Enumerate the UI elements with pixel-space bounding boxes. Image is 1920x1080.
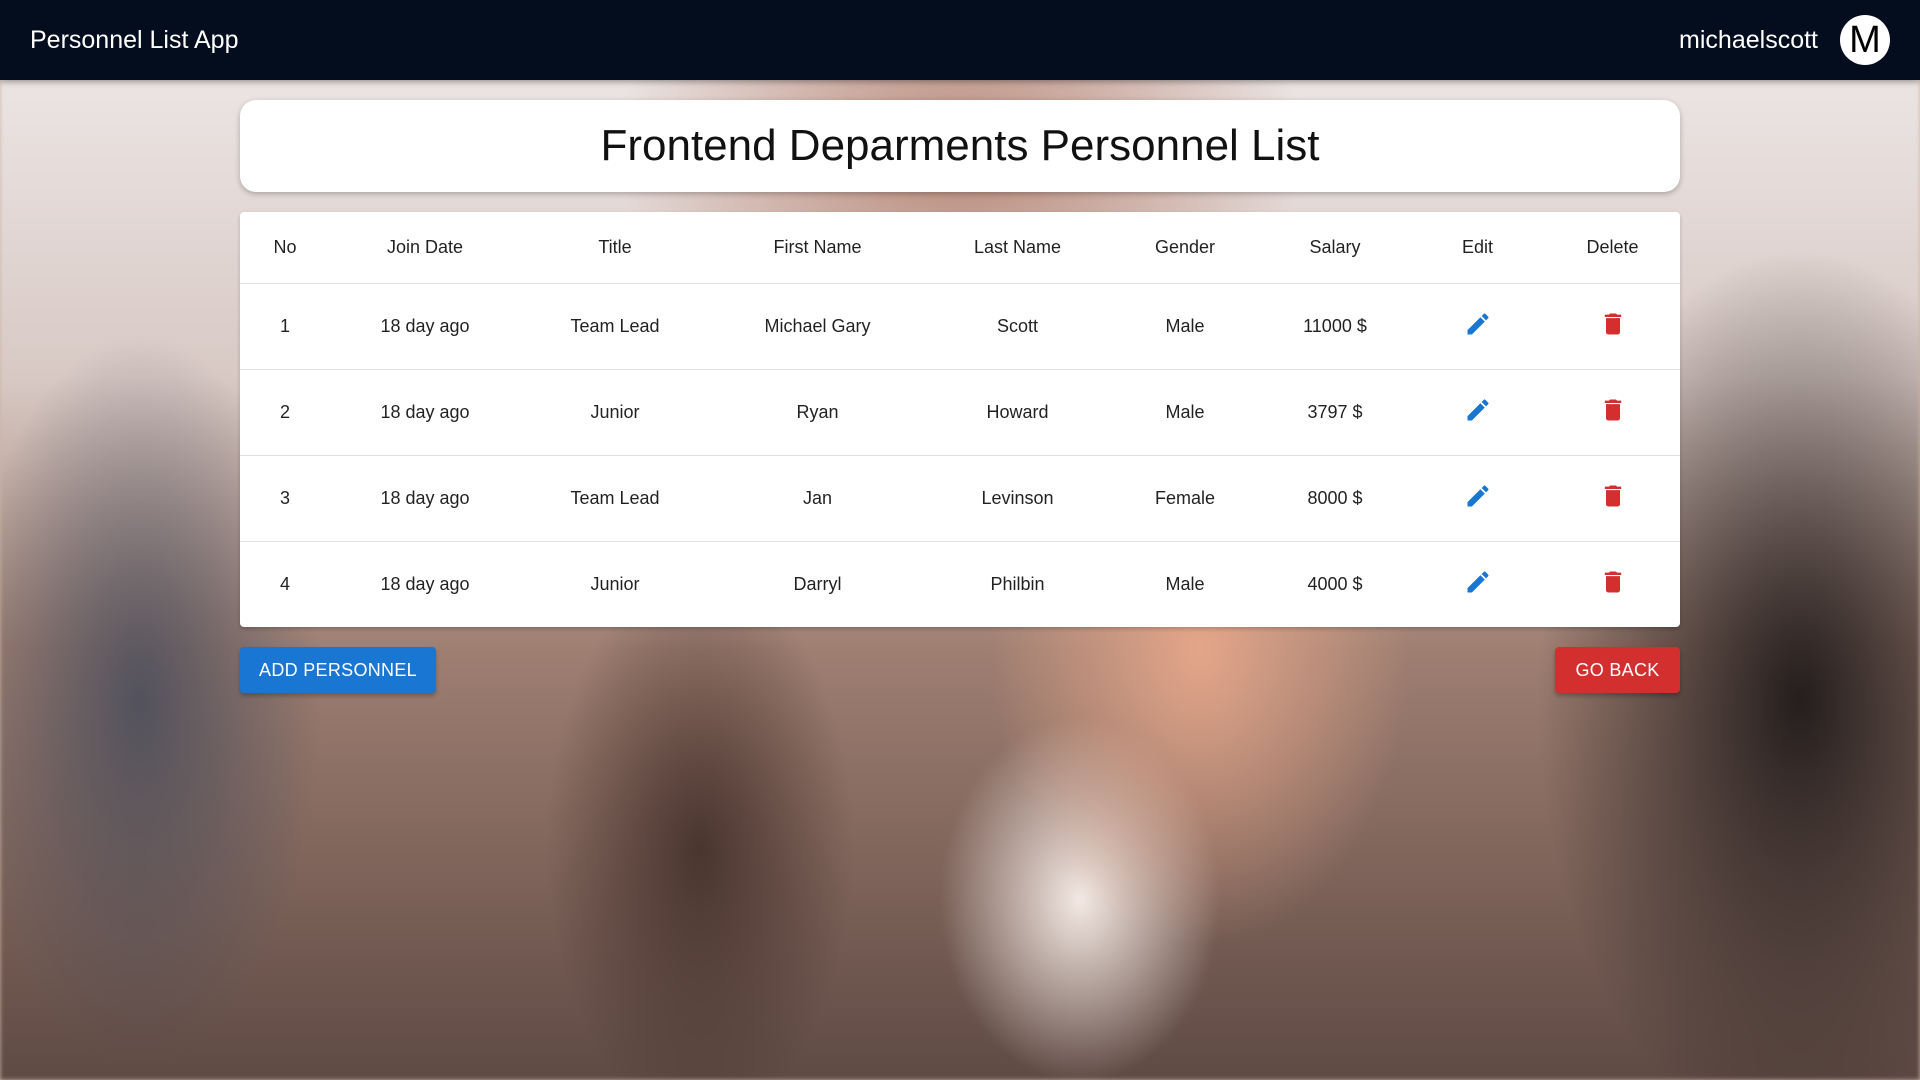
cell-delete: [1545, 455, 1680, 542]
trash-icon[interactable]: [1599, 310, 1627, 338]
pencil-icon[interactable]: [1464, 310, 1492, 338]
cell-no: 3: [240, 455, 330, 542]
trash-icon[interactable]: [1599, 568, 1627, 596]
cell-last-name: Levinson: [925, 455, 1110, 542]
cell-title: Junior: [520, 369, 710, 456]
go-back-button[interactable]: GO BACK: [1555, 647, 1680, 693]
header-last-name: Last Name: [925, 212, 1110, 284]
cell-edit: [1410, 455, 1545, 542]
personnel-table: No Join Date Title First Name Last Name …: [240, 212, 1680, 627]
cell-gender: Male: [1110, 283, 1260, 370]
cell-delete: [1545, 369, 1680, 456]
app-bar: Personnel List App michaelscott M: [0, 0, 1920, 80]
header-edit: Edit: [1410, 212, 1545, 284]
app-title: Personnel List App: [30, 25, 239, 54]
header-first-name: First Name: [710, 212, 925, 284]
trash-icon[interactable]: [1599, 482, 1627, 510]
header-salary: Salary: [1260, 212, 1410, 284]
avatar[interactable]: M: [1840, 15, 1890, 65]
table-row: 2 18 day ago Junior Ryan Howard Male 379…: [240, 369, 1680, 456]
cell-delete: [1545, 541, 1680, 627]
user-area: michaelscott M: [1679, 15, 1890, 65]
cell-salary: 11000 $: [1260, 283, 1410, 370]
table-row: 3 18 day ago Team Lead Jan Levinson Fema…: [240, 455, 1680, 542]
cell-last-name: Philbin: [990, 573, 1045, 594]
header-title: Title: [520, 212, 710, 284]
header-no: No: [240, 212, 330, 284]
table-row: 1 18 day ago Team Lead Michael Gary Scot…: [240, 283, 1680, 370]
cell-salary: 4000 $: [1307, 573, 1363, 594]
cell-salary: 3797 $: [1260, 369, 1410, 456]
cell-first-name: Ryan: [710, 369, 925, 456]
cell-first-name: Darryl: [793, 573, 842, 594]
add-personnel-button[interactable]: ADD PERSONNEL: [240, 647, 436, 693]
cell-title: Junior: [590, 573, 640, 594]
cell-first-name: Michael Gary: [710, 283, 925, 370]
cell-join-date: 18 day ago: [330, 369, 520, 456]
page-title: Frontend Deparments Personnel List: [600, 121, 1320, 170]
cell-edit: [1410, 369, 1545, 456]
cell-title: Team Lead: [520, 455, 710, 542]
header-delete: Delete: [1545, 212, 1680, 284]
cell-join-date: 18 day ago: [380, 573, 470, 594]
pencil-icon[interactable]: [1464, 568, 1492, 596]
cell-last-name: Scott: [925, 283, 1110, 370]
cell-title: Team Lead: [520, 283, 710, 370]
header-join-date: Join Date: [330, 212, 520, 284]
cell-gender: Male: [1110, 369, 1260, 456]
header-gender: Gender: [1110, 212, 1260, 284]
cell-salary: 8000 $: [1260, 455, 1410, 542]
username: michaelscott: [1679, 25, 1818, 54]
cell-join-date: 18 day ago: [330, 283, 520, 370]
pencil-icon[interactable]: [1464, 396, 1492, 424]
personnel-table-card: No Join Date Title First Name Last Name …: [240, 212, 1680, 627]
trash-icon[interactable]: [1599, 396, 1627, 424]
cell-no: 1: [240, 283, 330, 370]
page-title-card: Frontend Deparments Personnel List: [240, 100, 1680, 192]
table-row: 4 18 day ago Junior Darryl Philbin Male …: [240, 541, 1680, 627]
cell-no: 4: [279, 573, 290, 594]
pencil-icon[interactable]: [1464, 482, 1492, 510]
cell-gender: Female: [1110, 455, 1260, 542]
cell-no: 2: [240, 369, 330, 456]
cell-first-name: Jan: [710, 455, 925, 542]
cell-delete: [1545, 283, 1680, 370]
cell-gender: Male: [1165, 573, 1205, 594]
cell-last-name: Howard: [925, 369, 1110, 456]
table-header-row: No Join Date Title First Name Last Name …: [240, 212, 1680, 284]
cell-edit: [1410, 283, 1545, 370]
cell-edit: [1410, 541, 1545, 627]
cell-join-date: 18 day ago: [330, 455, 520, 542]
